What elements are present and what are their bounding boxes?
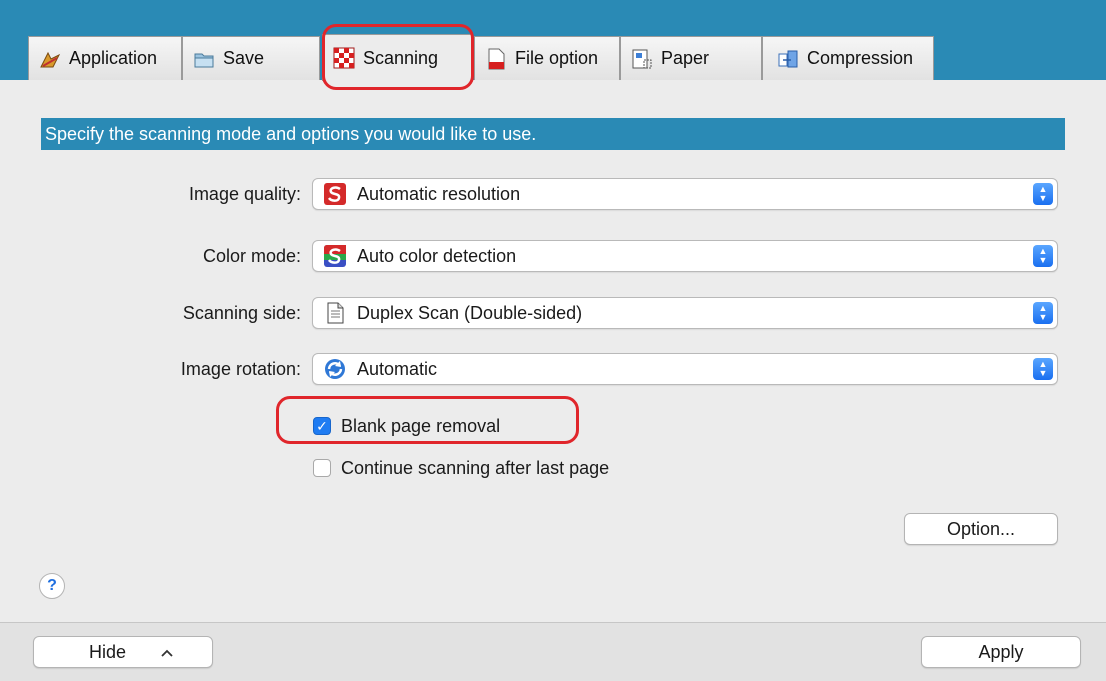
continue-scanning-label: Continue scanning after last page bbox=[341, 457, 610, 478]
hide-button[interactable]: Hide bbox=[33, 636, 213, 668]
color-mode-value: Auto color detection bbox=[357, 245, 517, 266]
scanning-side-value: Duplex Scan (Double-sided) bbox=[357, 302, 583, 323]
image-rotation-value: Automatic bbox=[357, 358, 438, 379]
hide-label: Hide bbox=[89, 641, 127, 662]
option-button[interactable]: Option... bbox=[904, 513, 1058, 545]
pdf-file-icon bbox=[485, 48, 507, 70]
folder-icon bbox=[193, 48, 215, 70]
scanning-icon bbox=[333, 47, 355, 69]
rotate-icon bbox=[323, 357, 347, 381]
tab-scanning[interactable]: Scanning bbox=[322, 34, 472, 81]
tab-label: Application bbox=[69, 48, 158, 68]
color-mode-select[interactable]: Auto color detection ▲ ▼ bbox=[312, 240, 1058, 272]
tab-label: Save bbox=[223, 48, 265, 68]
chevron-up-icon bbox=[160, 642, 174, 663]
blank-page-removal-label: Blank page removal bbox=[341, 415, 501, 436]
instruction-banner: Specify the scanning mode and options yo… bbox=[41, 118, 1065, 150]
tab-label: Scanning bbox=[363, 47, 439, 68]
updown-arrows-icon: ▲ ▼ bbox=[1033, 183, 1053, 205]
checkbox-box[interactable] bbox=[313, 459, 331, 477]
tab-bar: Application Save Scanning File option Pa… bbox=[0, 0, 1106, 81]
scanning-side-label: Scanning side: bbox=[182, 302, 301, 323]
updown-arrows-icon: ▲ ▼ bbox=[1033, 358, 1053, 380]
application-icon bbox=[39, 48, 61, 70]
image-rotation-select[interactable]: Automatic ▲ ▼ bbox=[312, 353, 1058, 385]
continue-scanning-checkbox[interactable]: Continue scanning after last page bbox=[313, 455, 609, 481]
tab-compression[interactable]: Compression bbox=[762, 36, 934, 80]
scansnap-icon bbox=[323, 182, 347, 206]
help-button[interactable]: ? bbox=[39, 573, 65, 599]
checkmark-icon[interactable]: ✓ bbox=[313, 417, 331, 435]
image-rotation-label: Image rotation: bbox=[180, 358, 301, 379]
tab-file-option[interactable]: File option bbox=[474, 36, 620, 80]
tab-label: Compression bbox=[807, 48, 914, 68]
tab-label: Paper bbox=[661, 48, 710, 68]
tab-save[interactable]: Save bbox=[182, 36, 320, 80]
tab-application[interactable]: Application bbox=[28, 36, 182, 80]
image-quality-select[interactable]: Automatic resolution ▲ ▼ bbox=[312, 178, 1058, 210]
apply-button[interactable]: Apply bbox=[921, 636, 1081, 668]
scanning-side-select[interactable]: Duplex Scan (Double-sided) ▲ ▼ bbox=[312, 297, 1058, 329]
tab-label: File option bbox=[515, 48, 599, 68]
image-quality-value: Automatic resolution bbox=[357, 183, 521, 204]
image-quality-label: Image quality: bbox=[188, 183, 301, 204]
blank-page-removal-checkbox[interactable]: ✓ Blank page removal bbox=[313, 413, 500, 439]
updown-arrows-icon: ▲ ▼ bbox=[1033, 245, 1053, 267]
duplex-page-icon bbox=[323, 301, 347, 325]
compression-icon bbox=[777, 48, 799, 70]
color-mode-label: Color mode: bbox=[202, 245, 301, 266]
paper-icon bbox=[631, 48, 653, 70]
updown-arrows-icon: ▲ ▼ bbox=[1033, 302, 1053, 324]
color-detection-icon bbox=[323, 244, 347, 268]
tab-paper[interactable]: Paper bbox=[620, 36, 762, 80]
